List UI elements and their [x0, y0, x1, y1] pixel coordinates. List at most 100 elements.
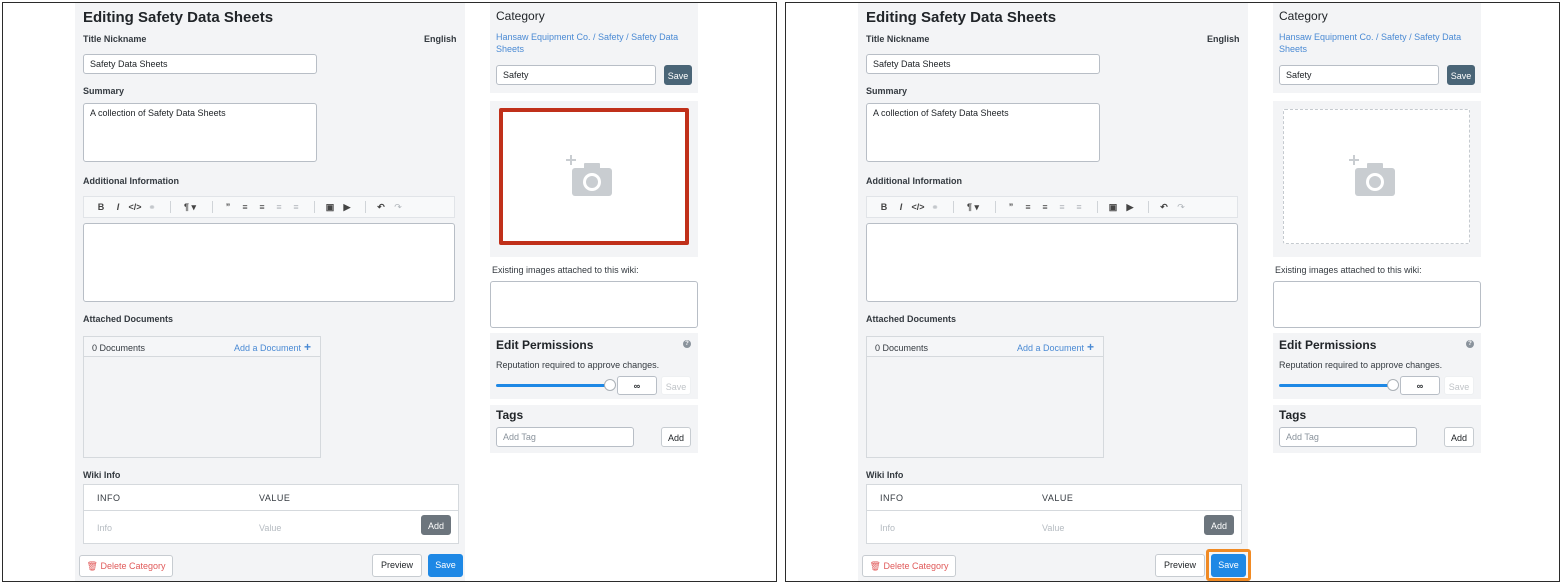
documents-box: 0 Documents Add a Document +	[866, 336, 1104, 458]
preview-button[interactable]: Preview	[1155, 554, 1205, 577]
title-nickname-label: Title Nickname	[83, 34, 147, 44]
edit-permissions-heading: Edit Permissions	[1279, 338, 1377, 352]
reputation-input[interactable]: ∞	[617, 376, 657, 395]
documents-box: 0 Documents Add a Document +	[83, 336, 321, 458]
wiki-table-header: INFO VALUE	[84, 485, 458, 511]
permissions-save-button[interactable]: Save	[661, 376, 691, 395]
add-document-link[interactable]: Add a Document	[234, 343, 301, 353]
link-icon[interactable]: ⚭	[145, 202, 159, 213]
existing-images-label: Existing images attached to this wiki:	[492, 265, 639, 275]
bold-icon[interactable]: B	[94, 202, 108, 212]
summary-textarea[interactable]: A collection of Safety Data Sheets	[83, 103, 317, 162]
reputation-input[interactable]: ∞	[1400, 376, 1440, 395]
edit-permissions-heading: Edit Permissions	[496, 338, 594, 352]
paragraph-icon[interactable]: ¶ ▾	[962, 202, 984, 213]
toolbar-separator	[1097, 201, 1098, 213]
existing-images-box	[1273, 281, 1481, 328]
category-breadcrumb[interactable]: Hansaw Equipment Co. / Safety / Safety D…	[1279, 31, 1469, 55]
video-icon[interactable]: ▶	[340, 202, 354, 213]
numbered-list-icon[interactable]: ≡	[255, 202, 269, 212]
wiki-info-table: INFO VALUE Info Value Add	[866, 484, 1242, 544]
attached-documents-label: Attached Documents	[83, 314, 174, 324]
delete-category-label: Delete Category	[883, 561, 949, 571]
additional-info-editor[interactable]	[866, 223, 1238, 302]
help-icon[interactable]: ?	[683, 340, 691, 348]
code-icon[interactable]: </>	[128, 202, 142, 212]
image-icon[interactable]: ▣	[323, 202, 337, 213]
category-save-button[interactable]: Save	[664, 65, 692, 85]
link-icon[interactable]: ⚭	[928, 202, 942, 213]
add-tag-button[interactable]: Add	[1444, 427, 1474, 447]
value-input[interactable]: Value	[1042, 523, 1064, 533]
reputation-slider-thumb[interactable]	[1387, 379, 1399, 391]
bold-icon[interactable]: B	[877, 202, 891, 212]
documents-header: 0 Documents Add a Document +	[84, 337, 320, 357]
info-input[interactable]: Info	[97, 523, 112, 533]
category-heading: Category	[1279, 9, 1328, 23]
add-document-link[interactable]: Add a Document	[1017, 343, 1084, 353]
save-button[interactable]: Save	[428, 554, 463, 577]
paragraph-icon[interactable]: ¶ ▾	[179, 202, 201, 213]
delete-category-button[interactable]: 🗑 Delete Category	[862, 555, 956, 577]
redo-icon[interactable]: ↷	[391, 202, 405, 213]
quote-icon[interactable]: ”	[1004, 202, 1018, 212]
documents-header: 0 Documents Add a Document +	[867, 337, 1103, 357]
numbered-list-icon[interactable]: ≡	[1038, 202, 1052, 212]
attached-documents-label: Attached Documents	[866, 314, 957, 324]
highlight-box-red	[499, 108, 689, 245]
info-column-header: INFO	[97, 493, 121, 503]
existing-images-box	[490, 281, 698, 328]
undo-icon[interactable]: ↶	[374, 202, 388, 213]
reputation-slider-track[interactable]	[1279, 384, 1393, 387]
quote-icon[interactable]: ”	[221, 202, 235, 212]
permissions-save-button[interactable]: Save	[1444, 376, 1474, 395]
value-input[interactable]: Value	[259, 523, 281, 533]
reputation-slider-track[interactable]	[496, 384, 610, 387]
redo-icon[interactable]: ↷	[1174, 202, 1188, 213]
wiki-info-label: Wiki Info	[866, 470, 904, 480]
italic-icon[interactable]: I	[111, 202, 125, 212]
image-icon[interactable]: ▣	[1106, 202, 1120, 213]
language-label: English	[424, 34, 457, 44]
page-title: Editing Safety Data Sheets	[83, 9, 274, 26]
delete-category-button[interactable]: 🗑 Delete Category	[79, 555, 173, 577]
bullet-list-icon[interactable]: ≡	[238, 202, 252, 212]
add-tag-input[interactable]: Add Tag	[496, 427, 634, 447]
outdent-icon[interactable]: ≡	[272, 202, 286, 212]
delete-category-label: Delete Category	[100, 561, 166, 571]
indent-icon[interactable]: ≡	[289, 202, 303, 212]
highlight-box-orange	[1206, 549, 1251, 581]
reputation-label: Reputation required to approve changes.	[1279, 360, 1443, 370]
preview-button[interactable]: Preview	[372, 554, 422, 577]
additional-info-editor[interactable]	[83, 223, 455, 302]
outdent-icon[interactable]: ≡	[1055, 202, 1069, 212]
add-tag-button[interactable]: Add	[661, 427, 691, 447]
language-label: English	[1207, 34, 1240, 44]
page-title: Editing Safety Data Sheets	[866, 9, 1057, 26]
code-icon[interactable]: </>	[911, 202, 925, 212]
category-input[interactable]: Safety	[496, 65, 656, 85]
trash-icon: 🗑	[869, 561, 881, 571]
indent-icon[interactable]: ≡	[1072, 202, 1086, 212]
category-save-button[interactable]: Save	[1447, 65, 1475, 85]
add-info-button[interactable]: Add	[1204, 515, 1234, 535]
plus-icon[interactable]: +	[304, 340, 311, 354]
plus-icon[interactable]: +	[1087, 340, 1094, 354]
bullet-list-icon[interactable]: ≡	[1021, 202, 1035, 212]
tags-heading: Tags	[496, 408, 524, 422]
add-info-button[interactable]: Add	[421, 515, 451, 535]
category-input[interactable]: Safety	[1279, 65, 1439, 85]
reputation-slider-thumb[interactable]	[604, 379, 616, 391]
title-input[interactable]: Safety Data Sheets	[83, 54, 317, 74]
title-input[interactable]: Safety Data Sheets	[866, 54, 1100, 74]
video-icon[interactable]: ▶	[1123, 202, 1137, 213]
italic-icon[interactable]: I	[894, 202, 908, 212]
image-upload-dropzone[interactable]	[1283, 109, 1470, 244]
undo-icon[interactable]: ↶	[1157, 202, 1171, 213]
info-input[interactable]: Info	[880, 523, 895, 533]
category-breadcrumb[interactable]: Hansaw Equipment Co. / Safety / Safety D…	[496, 31, 686, 55]
help-icon[interactable]: ?	[1466, 340, 1474, 348]
summary-textarea[interactable]: A collection of Safety Data Sheets	[866, 103, 1100, 162]
add-tag-input[interactable]: Add Tag	[1279, 427, 1417, 447]
additional-info-label: Additional Information	[866, 176, 962, 186]
